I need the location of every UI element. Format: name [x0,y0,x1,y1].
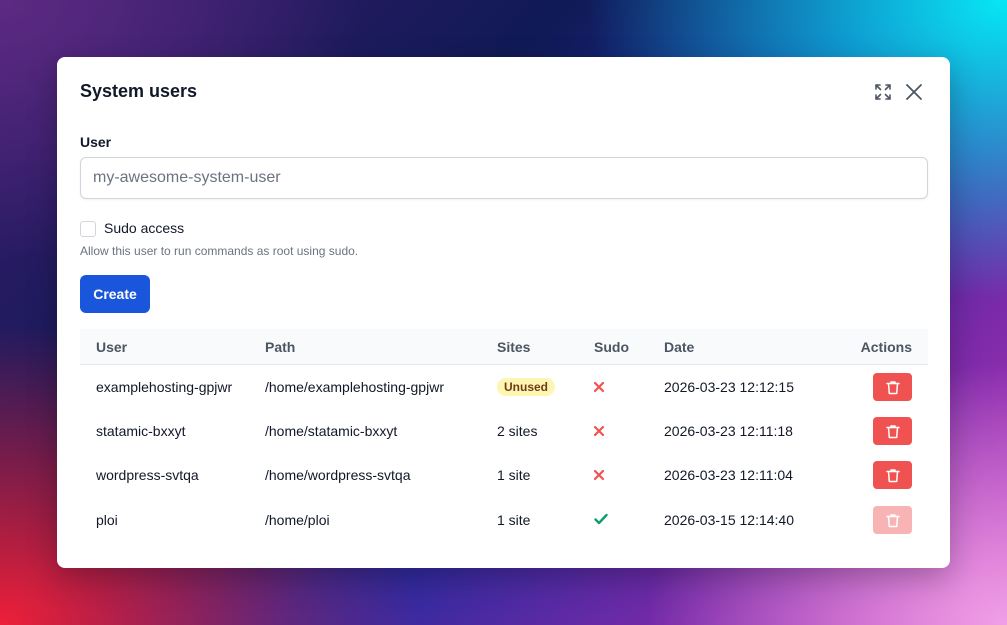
delete-user-button[interactable] [873,506,912,534]
delete-user-button[interactable] [873,461,912,489]
table-body: examplehosting-gpjwr/home/examplehosting… [80,365,928,543]
check-icon [594,513,608,525]
row-path: /home/statamic-bxxyt [265,423,398,439]
row-sites: 2 sites [497,423,594,439]
sites-count: 1 site [497,467,531,483]
row-user: examplehosting-gpjwr [96,379,233,395]
modal-title: System users [80,81,198,101]
row-path: /home/wordpress-svtqa [265,467,411,483]
delete-user-button[interactable] [873,373,912,401]
create-button[interactable]: Create [80,275,150,313]
row-user: ploi [96,512,118,528]
table-row: examplehosting-gpjwr/home/examplehosting… [80,365,928,409]
column-header-sites: Sites [497,338,531,355]
column-header-path: Path [265,338,296,355]
close-icon [906,84,922,100]
row-sudo [594,512,664,528]
delete-user-button[interactable] [873,417,912,445]
row-date: 2026-03-23 12:12:15 [664,379,794,395]
row-sites: 1 site [497,467,594,483]
row-user: wordpress-svtqa [96,467,199,483]
system-users-modal: System users User Sudo access Allow this… [57,57,950,568]
x-mark-icon [593,469,605,481]
row-sudo [593,423,664,439]
row-path: /home/examplehosting-gpjwr [265,379,444,395]
column-header-actions: Actions [860,338,912,355]
user-field-label: User [80,134,112,150]
row-sites: 1 site [497,512,594,528]
x-mark-icon [593,381,605,393]
row-actions [848,461,928,489]
column-header-user: User [96,338,128,355]
row-date: 2026-03-23 12:11:18 [664,423,793,439]
unused-badge: Unused [497,378,556,396]
table-row: wordpress-svtqa/home/wordpress-svtqa 1 si… [80,453,928,497]
sites-count: 2 sites [497,423,538,439]
user-name-input[interactable] [80,157,928,199]
trash-icon [885,513,900,527]
table-row: ploi/home/ploi 1 site 2026-03-15 12:14:40 [80,497,928,543]
trash-icon [885,468,900,482]
expand-icon [875,84,891,100]
row-actions [848,373,928,401]
trash-icon [885,380,900,394]
row-actions [848,506,928,534]
trash-icon [885,424,900,438]
close-button[interactable] [903,81,925,103]
row-sites: Unused [497,378,594,396]
table-header: User Path Sites Sudo Date Actions [80,329,928,365]
row-user: statamic-bxxyt [96,423,186,439]
row-sudo [593,467,664,483]
row-actions [848,417,928,445]
row-path: /home/ploi [265,512,330,528]
x-mark-icon [593,425,605,437]
sites-count: 1 site [497,512,531,528]
row-date: 2026-03-15 12:14:40 [664,512,794,528]
sudo-help-text: Allow this user to run commands as root … [80,244,359,258]
row-date: 2026-03-23 12:11:04 [664,467,793,483]
row-sudo [593,379,664,395]
column-header-date: Date [664,338,695,355]
column-header-sudo: Sudo [594,338,629,355]
system-users-table: User Path Sites Sudo Date Actions exampl… [80,329,928,543]
table-row: statamic-bxxyt/home/statamic-bxxyt 2 site… [80,409,928,453]
expand-button[interactable] [872,81,894,103]
sudo-access-label[interactable]: Sudo access [104,220,184,236]
sudo-access-checkbox[interactable] [80,221,96,237]
